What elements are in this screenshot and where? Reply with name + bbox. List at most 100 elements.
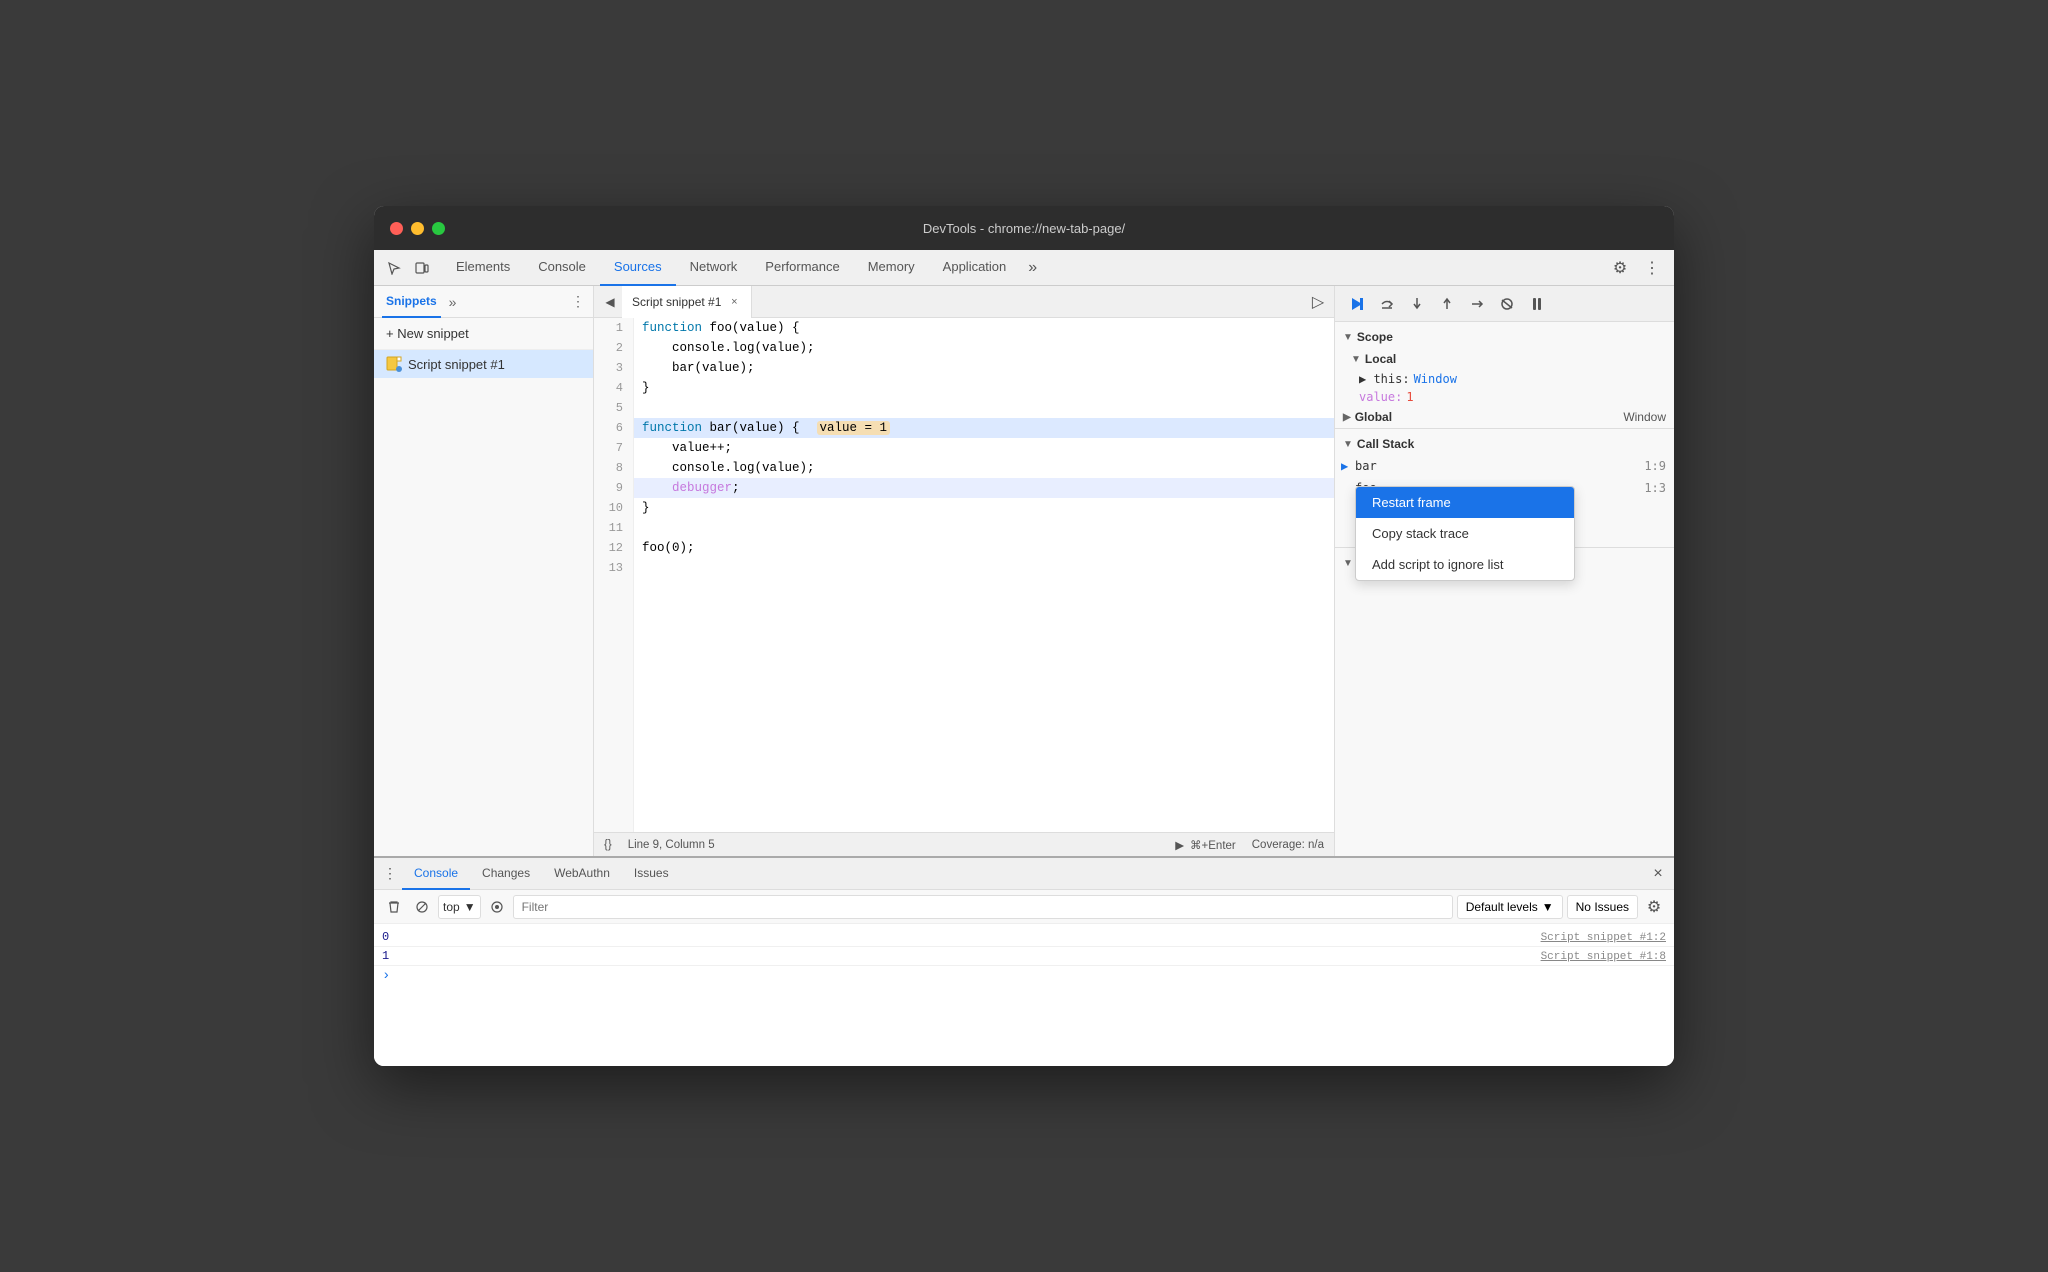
tab-sources[interactable]: Sources <box>600 250 676 286</box>
call-stack-item-bar[interactable]: ▶ bar 1:9 <box>1335 455 1674 477</box>
line-numbers: 1 2 3 4 5 6 7 8 9 10 11 12 13 <box>594 318 634 832</box>
clear-console-icon[interactable] <box>382 895 406 919</box>
maximize-button[interactable] <box>432 222 445 235</box>
call-stack-arrow-icon: ▶ <box>1341 459 1348 473</box>
status-bar: {} Line 9, Column 5 ▶ ⌘+Enter Coverage: … <box>594 832 1334 856</box>
sidebar-snippets-tab[interactable]: Snippets <box>382 286 441 318</box>
editor-tabs: ◀ Script snippet #1 × ▷ <box>594 286 1334 318</box>
code-line-10: } <box>634 498 1334 518</box>
sidebar-item-script-snippet-1[interactable]: Script snippet #1 <box>374 350 593 378</box>
xhr-triangle-icon: ▼ <box>1343 558 1353 569</box>
local-label: Local <box>1365 352 1396 366</box>
console-prompt[interactable]: › <box>374 966 1674 986</box>
tab-application[interactable]: Application <box>929 250 1021 286</box>
context-dropdown-icon: ▼ <box>464 900 476 914</box>
code-line-8: console.log(value); <box>634 458 1334 478</box>
console-line-0: 0 Script snippet #1:2 <box>374 928 1674 947</box>
new-snippet-label: + New snippet <box>386 326 469 341</box>
snippet-icon <box>386 356 402 372</box>
block-requests-icon[interactable] <box>410 895 434 919</box>
context-menu-restart-frame[interactable]: Restart frame <box>1356 487 1574 518</box>
bottom-panel: ⋮ Console Changes WebAuthn Issues × <box>374 856 1674 1066</box>
scope-section-header[interactable]: ▼ Scope <box>1335 326 1674 348</box>
tab-webauthn[interactable]: WebAuthn <box>542 858 622 890</box>
editor-tab-script-snippet[interactable]: Script snippet #1 × <box>622 286 752 318</box>
default-levels-dropdown[interactable]: Default levels ▼ <box>1457 895 1563 919</box>
console-tabs: ⋮ Console Changes WebAuthn Issues × <box>374 858 1674 890</box>
console-filter-input[interactable] <box>513 895 1453 919</box>
step-out-button[interactable] <box>1433 290 1461 318</box>
console-source-0[interactable]: Script snippet #1:2 <box>1541 932 1666 944</box>
show-live-expressions-icon[interactable] <box>485 895 509 919</box>
console-settings-icon[interactable]: ⚙ <box>1642 895 1666 919</box>
scope-label: Scope <box>1357 330 1393 344</box>
scope-this-value: Window <box>1414 372 1457 386</box>
console-value-1: 1 <box>382 949 412 963</box>
close-button[interactable] <box>390 222 403 235</box>
editor-tab-close-icon[interactable]: × <box>727 295 741 309</box>
cursor-icon[interactable] <box>382 256 406 280</box>
step-over-button[interactable] <box>1373 290 1401 318</box>
settings-icon[interactable]: ⚙ <box>1606 254 1634 282</box>
tab-changes[interactable]: Changes <box>470 858 542 890</box>
console-source-1[interactable]: Script snippet #1:8 <box>1541 951 1666 963</box>
context-menu-copy-stack-trace[interactable]: Copy stack trace <box>1356 518 1574 549</box>
sidebar-item-label: Script snippet #1 <box>408 357 505 372</box>
scope-section: ▼ Scope ▼ Local ▶ this: Window value: 1 <box>1335 322 1674 856</box>
console-value-0: 0 <box>382 930 412 944</box>
tab-issues[interactable]: Issues <box>622 858 681 890</box>
code-line-13 <box>634 558 1334 578</box>
sidebar: Snippets » ⋮ + New snippet Script snippe… <box>374 286 594 856</box>
code-lines[interactable]: function foo(value) { console.log(value)… <box>634 318 1334 832</box>
pretty-print-button[interactable]: {} <box>604 839 612 851</box>
more-tabs-icon[interactable]: » <box>1020 259 1045 277</box>
console-output: 0 Script snippet #1:2 1 Script snippet #… <box>374 924 1674 1066</box>
context-menu: Restart frame Copy stack trace Add scrip… <box>1355 486 1575 581</box>
call-stack-header[interactable]: ▼ Call Stack <box>1335 433 1674 455</box>
deactivate-breakpoints-button[interactable] <box>1493 290 1521 318</box>
sidebar-kebab-icon[interactable]: ⋮ <box>571 293 585 310</box>
sidebar-more-icon[interactable]: » <box>449 294 457 310</box>
no-issues-button[interactable]: No Issues <box>1567 895 1638 919</box>
pause-on-exceptions-button[interactable] <box>1523 290 1551 318</box>
code-area: 1 2 3 4 5 6 7 8 9 10 11 12 13 <box>594 318 1334 832</box>
console-tab-kebab-icon[interactable]: ⋮ <box>378 862 402 886</box>
context-menu-add-to-ignore[interactable]: Add script to ignore list <box>1356 549 1574 580</box>
run-snippet-button[interactable]: ▶ ⌘+Enter <box>1175 838 1236 852</box>
code-line-9: debugger; <box>634 478 1334 498</box>
code-line-5 <box>634 398 1334 418</box>
tab-network[interactable]: Network <box>676 250 752 286</box>
tab-console-bottom[interactable]: Console <box>402 858 470 890</box>
global-scope-header[interactable]: ▶ Global Window <box>1335 406 1674 428</box>
code-line-6: function bar(value) { value = 1 <box>634 418 1334 438</box>
new-snippet-button[interactable]: + New snippet <box>374 318 593 350</box>
context-selector[interactable]: top ▼ <box>438 895 481 919</box>
tab-performance[interactable]: Performance <box>751 250 853 286</box>
kebab-menu-icon[interactable]: ⋮ <box>1638 254 1666 282</box>
editor-area: ◀ Script snippet #1 × ▷ 1 2 3 4 5 6 <box>594 286 1334 856</box>
local-scope-header[interactable]: ▼ Local <box>1335 348 1674 370</box>
coverage-status: Coverage: n/a <box>1252 839 1324 851</box>
cursor-position: Line 9, Column 5 <box>628 839 715 851</box>
call-stack-bar-name: bar <box>1355 459 1644 473</box>
editor-run-icon[interactable]: ▷ <box>1306 290 1330 314</box>
step-into-button[interactable] <box>1403 290 1431 318</box>
tab-elements[interactable]: Elements <box>442 250 524 286</box>
step-button[interactable] <box>1463 290 1491 318</box>
console-toolbar: top ▼ Default levels ▼ No Issues <box>374 890 1674 924</box>
tab-memory[interactable]: Memory <box>854 250 929 286</box>
console-close-icon[interactable]: × <box>1646 862 1670 886</box>
scope-item-this: ▶ this: Window <box>1335 370 1674 388</box>
minimize-button[interactable] <box>411 222 424 235</box>
top-tabs-list: Elements Console Sources Network Perform… <box>442 250 1606 286</box>
scope-triangle-icon: ▼ <box>1343 332 1353 343</box>
editor-tab-back-icon[interactable]: ◀ <box>598 290 622 314</box>
resume-button[interactable] <box>1343 290 1371 318</box>
tab-console[interactable]: Console <box>524 250 600 286</box>
local-triangle-icon: ▼ <box>1351 354 1361 365</box>
debug-toolbar <box>1335 286 1674 322</box>
device-icon[interactable] <box>410 256 434 280</box>
code-line-12: foo(0); <box>634 538 1334 558</box>
scope-item-value: value: 1 <box>1335 388 1674 406</box>
tab-icons <box>382 256 434 280</box>
